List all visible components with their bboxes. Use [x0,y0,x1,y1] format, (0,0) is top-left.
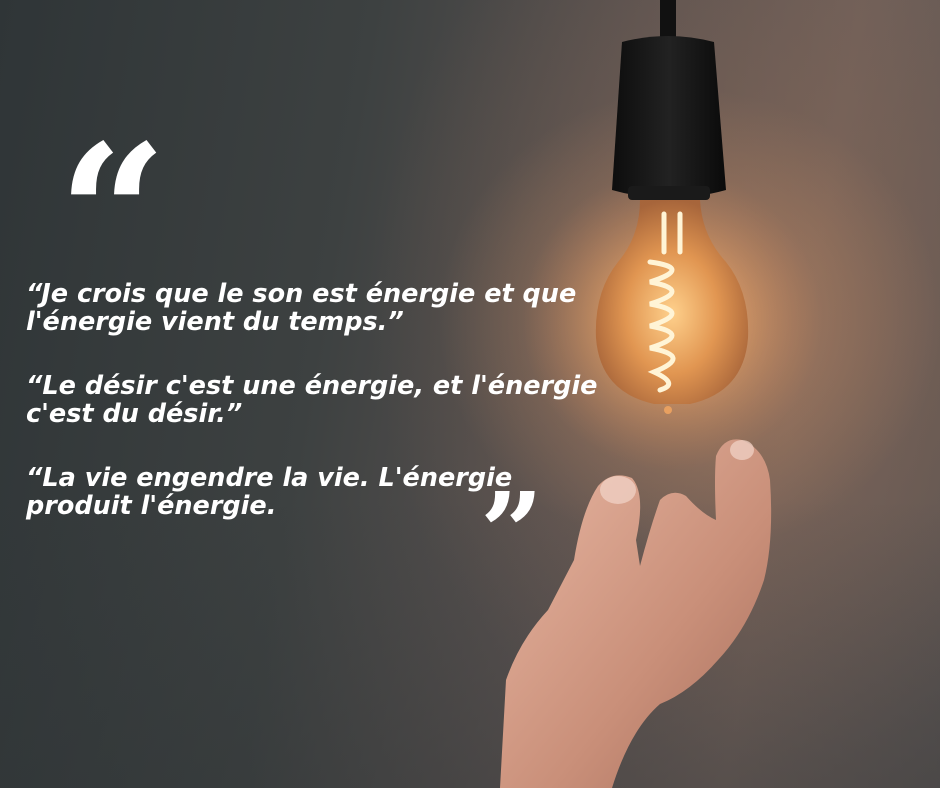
socket-ring [628,186,710,200]
finger-nail [730,440,754,460]
quote-2-line-1: “Le désir c'est une énergie, et l'énergi… [26,371,598,401]
quote-2: “Le désir c'est une énergie, et l'énergi… [26,372,626,428]
quote-1-line-2: l'énergie vient du temps.” [26,307,404,337]
quote-2-line-2: c'est du désir.” [26,399,243,429]
lamp-socket [612,36,726,198]
quote-3-line-1: “La vie engendre la vie. L'énergie [26,463,513,493]
quote-1: “Je crois que le son est énergie et que … [26,280,626,336]
lamp-cord [660,0,676,42]
close-quote-mark-icon: ” [480,468,543,597]
quote-3-line-2: produit l'énergie. [26,491,277,521]
quote-1-line-1: “Je crois que le son est énergie et que [26,279,577,309]
bulb-tip [664,406,672,414]
quote-3: “La vie engendre la vie. L'énergie produ… [26,464,626,520]
quotes-block: “Je crois que le son est énergie et que … [26,280,626,556]
